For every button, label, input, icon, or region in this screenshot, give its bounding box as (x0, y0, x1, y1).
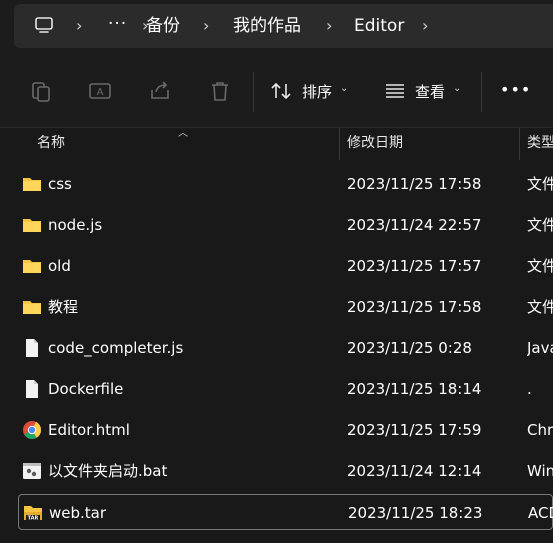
address-bar: › ··· › 备份 › 我的作品 › Editor › (0, 0, 553, 56)
file-row[interactable]: css 2023/11/25 17:58 文件夹 (18, 166, 553, 202)
command-bar: A 排序 ⌄ 查看 ⌄ ••• (0, 56, 553, 128)
file-date: 2023/11/25 17:58 (347, 175, 482, 193)
delete-icon[interactable] (207, 78, 233, 104)
file-row[interactable]: old 2023/11/25 17:57 文件夹 (18, 248, 553, 284)
sort-ascending-icon: ︿ (178, 128, 188, 139)
file-date: 2023/11/24 12:14 (347, 462, 482, 480)
file-row[interactable]: TAR web.tar 2023/11/25 18:23 ACDSee (18, 494, 553, 530)
paste-icon[interactable] (28, 78, 54, 104)
column-divider[interactable] (519, 128, 520, 160)
file-icon (26, 380, 38, 398)
this-pc-icon[interactable] (34, 15, 54, 35)
toolbar-divider (253, 72, 254, 112)
file-date: 2023/11/25 17:58 (347, 298, 482, 316)
column-type[interactable]: 类型 (527, 134, 553, 152)
folder-icon (23, 301, 41, 314)
file-date: 2023/11/24 22:57 (347, 216, 482, 234)
chevron-right-icon[interactable]: › (76, 16, 82, 36)
chrome-icon (23, 421, 42, 440)
file-icon (26, 339, 38, 357)
file-name: node.js (48, 216, 103, 234)
file-name: code_completer.js (48, 339, 184, 357)
toolbar-divider (481, 72, 482, 112)
file-type: ACDSee (528, 504, 553, 522)
chevron-right-icon[interactable]: › (422, 16, 428, 36)
svg-text:A: A (97, 87, 104, 98)
column-divider[interactable] (339, 128, 340, 160)
rename-icon[interactable]: A (87, 78, 113, 104)
file-type: 文件夹 (527, 216, 553, 234)
file-row[interactable]: 以文件夹启动.bat 2023/11/24 12:14 Windows (18, 453, 553, 489)
file-name: web.tar (49, 504, 107, 522)
file-name: css (48, 175, 72, 193)
file-type: JavaScript (527, 339, 553, 357)
file-name: 以文件夹启动.bat (48, 462, 168, 480)
svg-text:TAR: TAR (28, 516, 39, 522)
column-name[interactable]: 名称 (37, 134, 65, 152)
view-button[interactable]: 查看 (415, 82, 445, 102)
folder-icon (23, 178, 41, 191)
file-date: 2023/11/25 18:14 (347, 380, 482, 398)
file-row[interactable]: 教程 2023/11/25 17:58 文件夹 (18, 289, 553, 325)
file-type: 文件夹 (527, 298, 553, 316)
file-date: 2023/11/25 17:59 (347, 421, 482, 439)
view-icon[interactable] (384, 80, 406, 102)
breadcrumb[interactable]: › ··· › 备份 › 我的作品 › Editor › (14, 4, 553, 48)
tar-icon: TAR (24, 506, 42, 522)
file-date: 2023/11/25 17:57 (347, 257, 482, 275)
share-icon[interactable] (147, 78, 173, 104)
chevron-right-icon[interactable]: › (203, 16, 209, 36)
file-type: Windows (527, 462, 553, 480)
column-modified[interactable]: 修改日期 (347, 134, 403, 152)
crumb-editor[interactable]: Editor (354, 15, 404, 37)
chevron-right-icon[interactable]: › (326, 16, 332, 36)
more-options-button[interactable]: ••• (500, 80, 531, 100)
crumb-overflow[interactable]: ··· (108, 14, 127, 34)
sort-button[interactable]: 排序 (302, 82, 332, 102)
file-name: old (48, 257, 71, 275)
file-type: 文件夹 (527, 257, 553, 275)
column-header: ︿ 名称 修改日期 类型 (0, 128, 553, 160)
chevron-down-icon[interactable]: ⌄ (453, 83, 461, 94)
file-type: . (527, 380, 532, 398)
crumb-backup[interactable]: 备份 (146, 15, 180, 37)
folder-icon (23, 260, 41, 273)
file-name: 教程 (48, 298, 79, 316)
file-date: 2023/11/25 18:23 (348, 504, 483, 522)
file-row[interactable]: code_completer.js 2023/11/25 0:28 JavaSc… (18, 330, 553, 366)
file-type: Chrome (527, 421, 553, 439)
bat-icon (23, 463, 41, 479)
chevron-down-icon[interactable]: ⌄ (340, 83, 348, 94)
file-row[interactable]: Dockerfile 2023/11/25 18:14 . (18, 371, 553, 407)
folder-icon (23, 219, 41, 232)
sort-icon[interactable] (270, 80, 292, 102)
file-name: Dockerfile (48, 380, 124, 398)
file-date: 2023/11/25 0:28 (347, 339, 472, 357)
file-row[interactable]: node.js 2023/11/24 22:57 文件夹 (18, 207, 553, 243)
file-name: Editor.html (48, 421, 130, 439)
file-row[interactable]: Editor.html 2023/11/25 17:59 Chrome (18, 412, 553, 448)
file-type: 文件夹 (527, 175, 553, 193)
crumb-my-works[interactable]: 我的作品 (233, 15, 301, 37)
